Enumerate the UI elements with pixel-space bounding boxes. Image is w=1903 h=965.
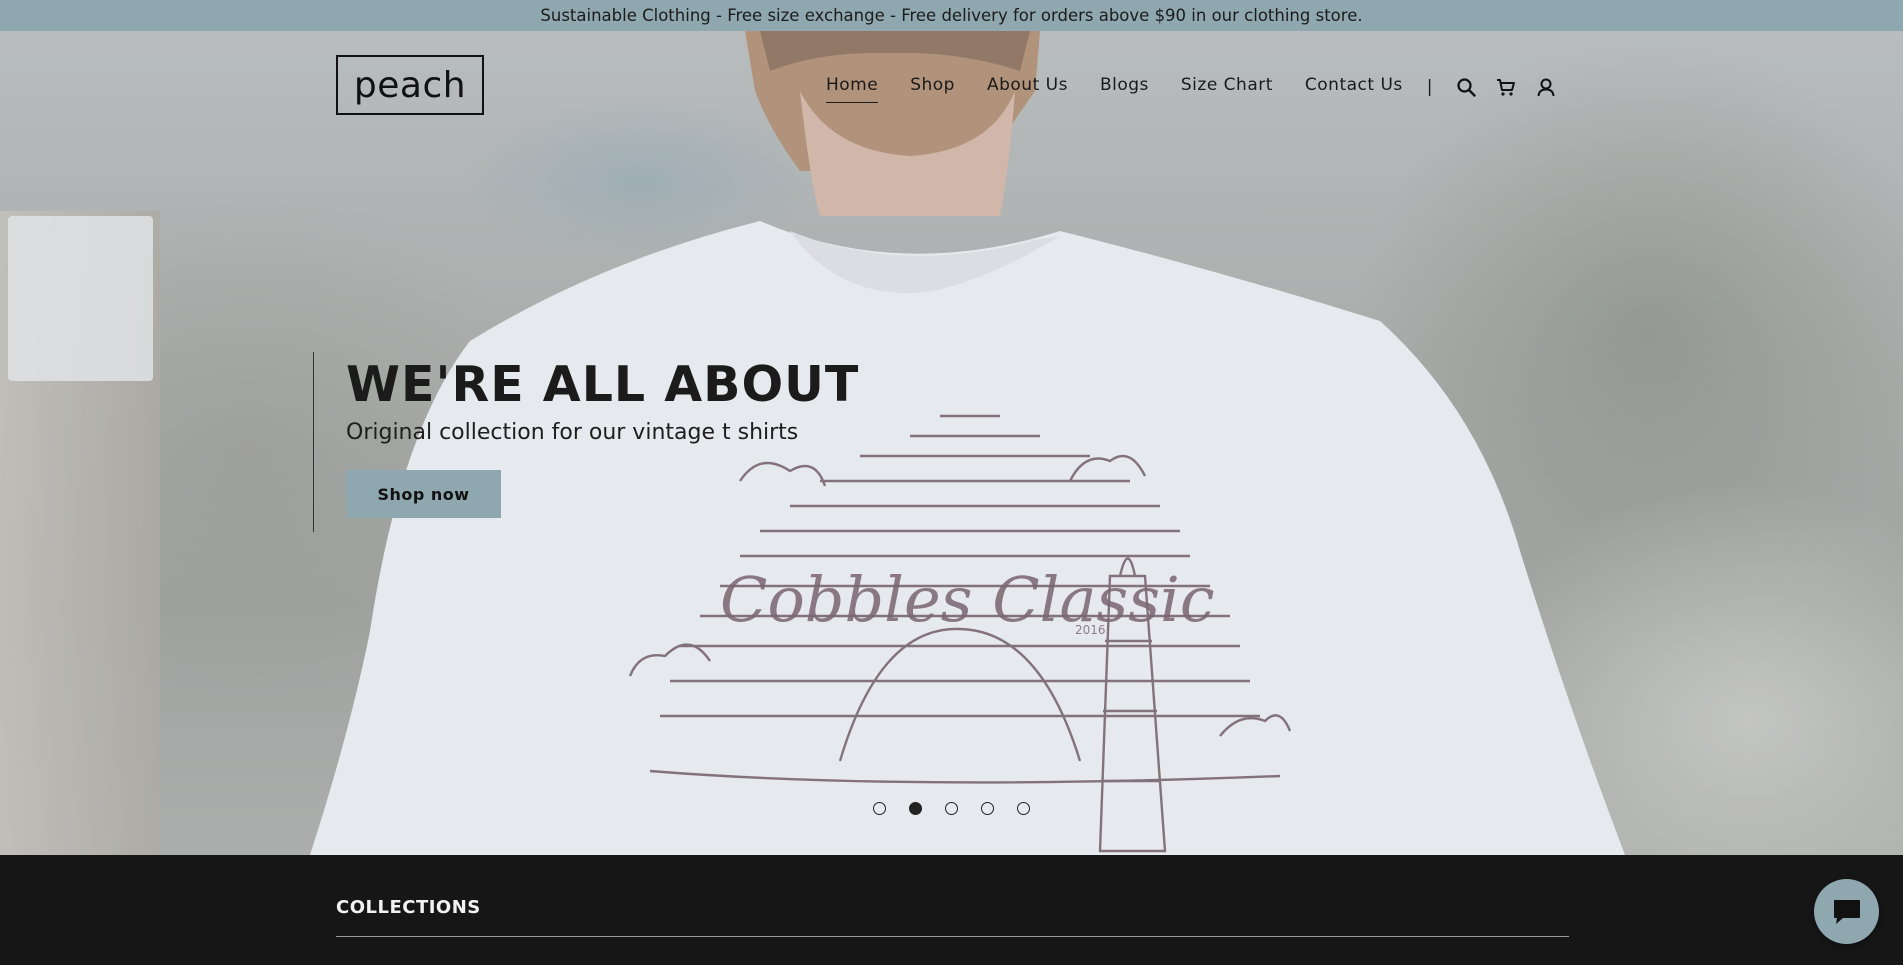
collections-divider bbox=[336, 936, 1569, 937]
nav-shop[interactable]: Shop bbox=[910, 75, 955, 99]
slide-dot-4[interactable] bbox=[981, 802, 994, 815]
nav-about-us[interactable]: About Us bbox=[987, 75, 1068, 99]
nav-separator: | bbox=[1426, 77, 1433, 97]
slide-dot-2[interactable] bbox=[909, 802, 922, 815]
slide-dot-5[interactable] bbox=[1017, 802, 1030, 815]
hero-content: WE'RE ALL ABOUT Original collection for … bbox=[313, 352, 1013, 532]
slide-dot-3[interactable] bbox=[945, 802, 958, 815]
announcement-bar: Sustainable Clothing - Free size exchang… bbox=[0, 0, 1903, 31]
logo[interactable]: peach bbox=[336, 55, 484, 115]
search-icon[interactable] bbox=[1455, 76, 1477, 98]
nav-contact-us[interactable]: Contact Us bbox=[1305, 75, 1403, 99]
hero-subtitle: Original collection for our vintage t sh… bbox=[346, 420, 799, 445]
collections-title: COLLECTIONS bbox=[336, 897, 481, 918]
shop-now-button[interactable]: Shop now bbox=[346, 470, 501, 518]
main-nav: Home Shop About Us Blogs Size Chart Cont… bbox=[826, 75, 1575, 103]
account-icon[interactable] bbox=[1535, 76, 1557, 98]
logo-text: peach bbox=[353, 64, 467, 106]
slider-dots bbox=[873, 802, 1053, 815]
slide-dot-1[interactable] bbox=[873, 802, 886, 815]
nav-home[interactable]: Home bbox=[826, 75, 879, 103]
hero-title: WE'RE ALL ABOUT bbox=[346, 356, 860, 413]
collections-section: COLLECTIONS bbox=[0, 855, 1903, 965]
announcement-text: Sustainable Clothing - Free size exchang… bbox=[540, 6, 1363, 25]
nav-blogs[interactable]: Blogs bbox=[1100, 75, 1149, 99]
nav-size-chart[interactable]: Size Chart bbox=[1181, 75, 1273, 99]
chat-button[interactable] bbox=[1814, 879, 1879, 944]
chat-icon bbox=[1833, 899, 1860, 924]
cart-icon[interactable] bbox=[1495, 76, 1517, 98]
